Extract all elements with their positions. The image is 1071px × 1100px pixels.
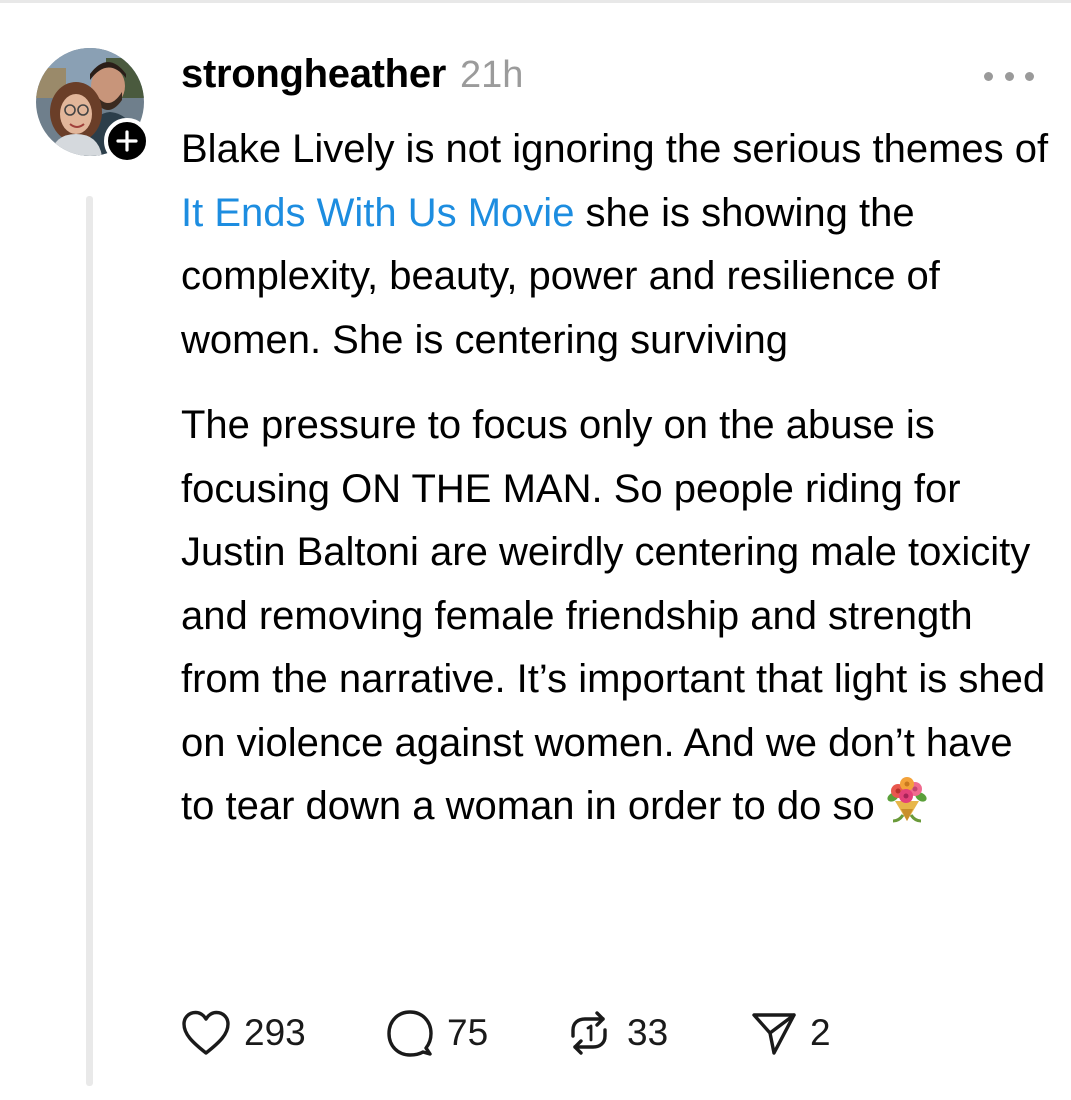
- plus-icon: [116, 130, 138, 152]
- like-button[interactable]: 293: [180, 1009, 385, 1057]
- more-dots-icon: [1004, 71, 1014, 81]
- share-button[interactable]: 2: [750, 1009, 831, 1057]
- post-paragraph-2: The pressure to focus only on the abuse …: [181, 394, 1051, 845]
- reply-count: 75: [447, 1012, 489, 1053]
- more-button[interactable]: [984, 66, 1034, 86]
- bouquet-emoji: [881, 775, 933, 845]
- share-count: 2: [810, 1012, 831, 1053]
- repost-button[interactable]: 33: [563, 1008, 750, 1058]
- comment-bubble-icon: [387, 1010, 433, 1057]
- paper-plane-icon: [752, 1013, 796, 1055]
- more-dots-icon: [1025, 71, 1034, 81]
- post-text: The pressure to focus only on the abuse …: [181, 403, 1046, 828]
- post-actions: 293 75 33 2: [180, 1007, 831, 1059]
- more-dots-icon: [984, 71, 993, 81]
- post-text: Blake Lively is not ignoring the serious…: [181, 127, 1049, 171]
- thread-line: [86, 196, 93, 1086]
- topic-link[interactable]: It Ends With Us Movie: [181, 191, 574, 235]
- username[interactable]: strongheather: [181, 52, 446, 97]
- follow-button[interactable]: [104, 118, 150, 164]
- repost-arrows-icon: [571, 1011, 607, 1055]
- heart-icon: [182, 1010, 230, 1055]
- post-time: 21h: [460, 54, 524, 96]
- reply-button[interactable]: 75: [385, 1008, 563, 1058]
- top-divider: [0, 0, 1071, 3]
- repost-count: 33: [627, 1012, 669, 1053]
- post-header: strongheather 21h: [181, 52, 523, 104]
- like-count: 293: [244, 1012, 306, 1053]
- post-body: Blake Lively is not ignoring the serious…: [181, 118, 1051, 845]
- post-paragraph-1: Blake Lively is not ignoring the serious…: [181, 118, 1051, 372]
